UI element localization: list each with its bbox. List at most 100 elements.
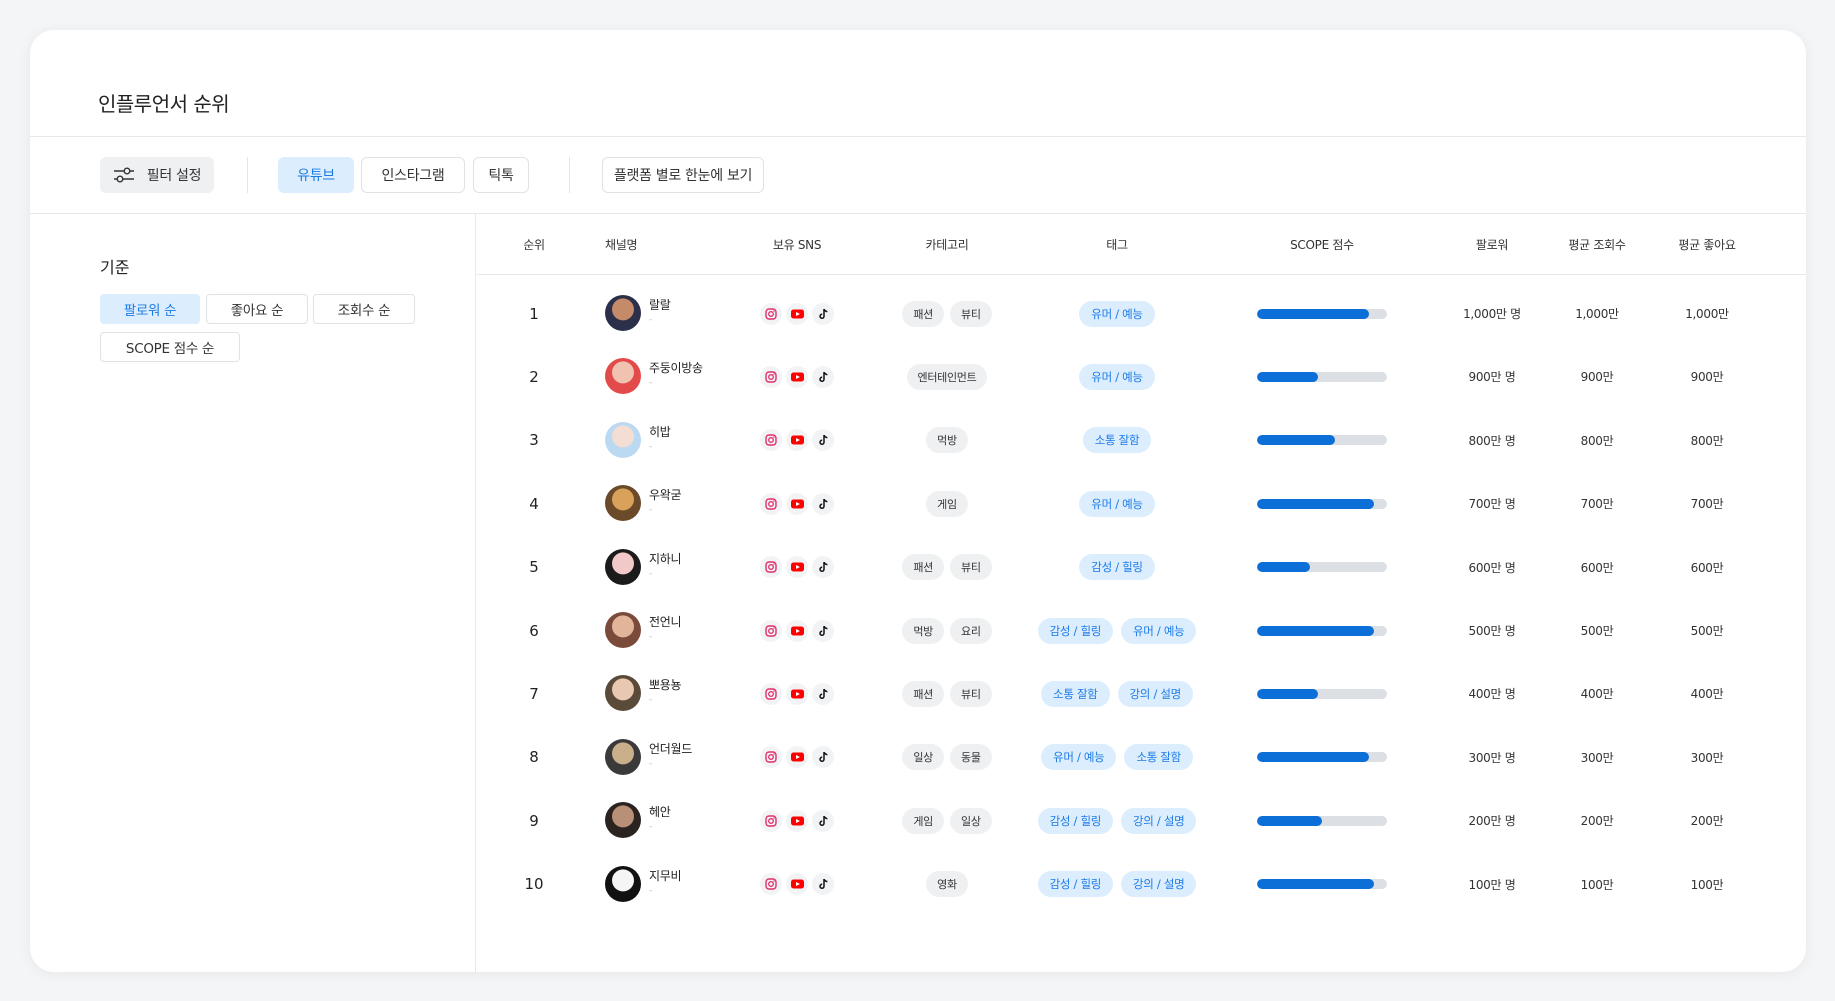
sort-likes[interactable]: 좋아요 순: [206, 294, 308, 324]
avatar[interactable]: [605, 675, 641, 712]
followers-value: 700만 명: [1468, 497, 1516, 512]
channel-name[interactable]: 지하니: [649, 550, 682, 567]
scope-score-fill: [1257, 498, 1374, 509]
avatar[interactable]: [605, 865, 641, 902]
channel-sub: -: [649, 378, 653, 389]
tag-pill[interactable]: 강의 / 설명: [1121, 871, 1197, 898]
tag-pill[interactable]: 강의 / 설명: [1117, 680, 1193, 707]
channel-name[interactable]: 헤안: [649, 803, 671, 820]
table-row[interactable]: 10 지무비 - 영화 감성 / 힐링 강의 / 설명 100만 명 100만 1…: [477, 853, 1806, 916]
instagram-icon[interactable]: [760, 619, 782, 642]
avatar[interactable]: [605, 548, 641, 585]
table-row[interactable]: 6 전언니 - 먹방 요리 감성 / 힐링 유머 / 예능 500만 명 500만 …: [477, 599, 1806, 662]
channel-name[interactable]: 뽀용뇽: [649, 676, 682, 693]
header-followers: 팔로워: [1475, 238, 1509, 252]
channel-name[interactable]: 랄랄: [649, 296, 671, 313]
table-row[interactable]: 1 랄랄 - 패션 뷰티 유머 / 예능 1,000만 명 1,000만 1,00…: [477, 282, 1806, 345]
youtube-icon[interactable]: [786, 302, 808, 325]
table-row[interactable]: 7 뽀용뇽 - 패션 뷰티 소통 잘함 강의 / 설명 400만 명 400만 40…: [477, 662, 1806, 725]
tag-pill[interactable]: 감성 / 힐링: [1037, 617, 1113, 644]
instagram-icon[interactable]: [760, 809, 782, 832]
table-row[interactable]: 9 헤안 - 게임 일상 감성 / 힐링 강의 / 설명 200만 명 200만 2…: [477, 789, 1806, 852]
table-row[interactable]: 3 히밥 - 먹방 소통 잘함 800만 명 800만 800만: [477, 409, 1806, 472]
instagram-icon[interactable]: [760, 556, 782, 579]
channel-name[interactable]: 우왁굳: [649, 486, 682, 503]
channel-sub: -: [649, 695, 653, 706]
youtube-icon[interactable]: [786, 556, 808, 579]
tiktok-icon[interactable]: [812, 619, 834, 642]
sns-list: [760, 809, 834, 832]
youtube-icon[interactable]: [786, 809, 808, 832]
table-row[interactable]: 2 주둥이방송 - 엔터테인먼트 유머 / 예능 900만 명 900만 900…: [477, 345, 1806, 408]
header-avg-views: 평균 조회수: [1568, 238, 1626, 252]
avatar[interactable]: [605, 421, 641, 458]
tiktok-icon[interactable]: [812, 429, 834, 452]
tiktok-icon[interactable]: [812, 302, 834, 325]
tag-pill[interactable]: 소통 잘함: [1082, 427, 1152, 454]
tag-pill[interactable]: 소통 잘함: [1041, 680, 1110, 707]
category-pill: 패션: [902, 554, 944, 581]
tiktok-icon[interactable]: [812, 492, 834, 515]
tag-pill[interactable]: 소통 잘함: [1124, 744, 1193, 771]
category-pill: 먹방: [926, 427, 968, 454]
avatar[interactable]: [605, 358, 641, 395]
avatar[interactable]: [605, 738, 641, 775]
channel-name[interactable]: 전언니: [649, 613, 682, 630]
platform-overview-button[interactable]: 플랫폼 별로 한눈에 보기: [602, 157, 764, 193]
tab-tiktok[interactable]: 틱톡: [473, 157, 529, 193]
channel-name[interactable]: 언더월드: [649, 740, 692, 757]
sort-scope-score[interactable]: SCOPE 점수 순: [100, 332, 240, 362]
channel-sub: -: [649, 632, 653, 642]
tag-list: 유머 / 예능: [1027, 345, 1207, 408]
youtube-icon[interactable]: [786, 429, 808, 452]
tab-youtube[interactable]: 유튜브: [278, 157, 354, 193]
instagram-icon[interactable]: [760, 746, 782, 769]
instagram-icon[interactable]: [760, 302, 782, 325]
channel-name[interactable]: 히밥: [649, 423, 671, 440]
youtube-icon[interactable]: [786, 365, 808, 388]
tiktok-icon[interactable]: [812, 682, 834, 705]
tiktok-icon[interactable]: [812, 365, 834, 388]
tag-pill[interactable]: 유머 / 예능: [1121, 617, 1197, 644]
channel-name[interactable]: 지무비: [649, 867, 682, 884]
instagram-icon[interactable]: [760, 365, 782, 388]
tag-pill[interactable]: 유머 / 예능: [1079, 490, 1155, 517]
table-row[interactable]: 4 우왁굳 - 게임 유머 / 예능 700만 명 700만 700만: [477, 472, 1806, 535]
scope-score-bar: [1257, 308, 1387, 319]
youtube-icon[interactable]: [786, 873, 808, 896]
youtube-icon[interactable]: [786, 746, 808, 769]
youtube-icon[interactable]: [786, 492, 808, 515]
avatar[interactable]: [605, 485, 641, 522]
tag-pill[interactable]: 유머 / 예능: [1079, 300, 1155, 327]
tag-pill[interactable]: 감성 / 힐링: [1079, 554, 1155, 581]
filter-settings-button[interactable]: 필터 설정: [100, 157, 214, 193]
youtube-icon[interactable]: [786, 619, 808, 642]
tiktok-icon[interactable]: [812, 556, 834, 579]
instagram-icon[interactable]: [760, 873, 782, 896]
instagram-icon[interactable]: [760, 682, 782, 705]
scope-score-bar: [1257, 688, 1387, 699]
tiktok-icon[interactable]: [812, 809, 834, 832]
tag-pill[interactable]: 강의 / 설명: [1121, 807, 1197, 834]
avatar[interactable]: [605, 612, 641, 648]
scope-score-bar: [1257, 752, 1387, 763]
channel-name[interactable]: 주둥이방송: [649, 359, 703, 376]
tiktok-icon[interactable]: [812, 873, 834, 896]
tag-pill[interactable]: 감성 / 힐링: [1037, 807, 1113, 834]
tab-instagram[interactable]: 인스타그램: [361, 157, 465, 193]
avatar[interactable]: [605, 295, 641, 331]
sort-views[interactable]: 조회수 순: [313, 294, 415, 324]
avatar[interactable]: [605, 802, 641, 839]
tag-pill[interactable]: 유머 / 예능: [1041, 744, 1117, 771]
instagram-icon[interactable]: [760, 429, 782, 452]
tiktok-icon[interactable]: [812, 746, 834, 769]
channel-sub: -: [649, 441, 653, 452]
sort-followers[interactable]: 팔로워 순: [100, 294, 200, 324]
tag-pill[interactable]: 감성 / 힐링: [1037, 871, 1113, 898]
table-row[interactable]: 8 언더월드 - 일상 동물 유머 / 예능 소통 잘함 300만 명 300만 3…: [477, 726, 1806, 789]
table-row[interactable]: 5 지하니 - 패션 뷰티 감성 / 힐링 600만 명 600만 600만: [477, 536, 1806, 599]
category-pill: 일상: [950, 807, 992, 834]
instagram-icon[interactable]: [760, 492, 782, 515]
youtube-icon[interactable]: [786, 682, 808, 705]
tag-pill[interactable]: 유머 / 예능: [1079, 363, 1155, 390]
